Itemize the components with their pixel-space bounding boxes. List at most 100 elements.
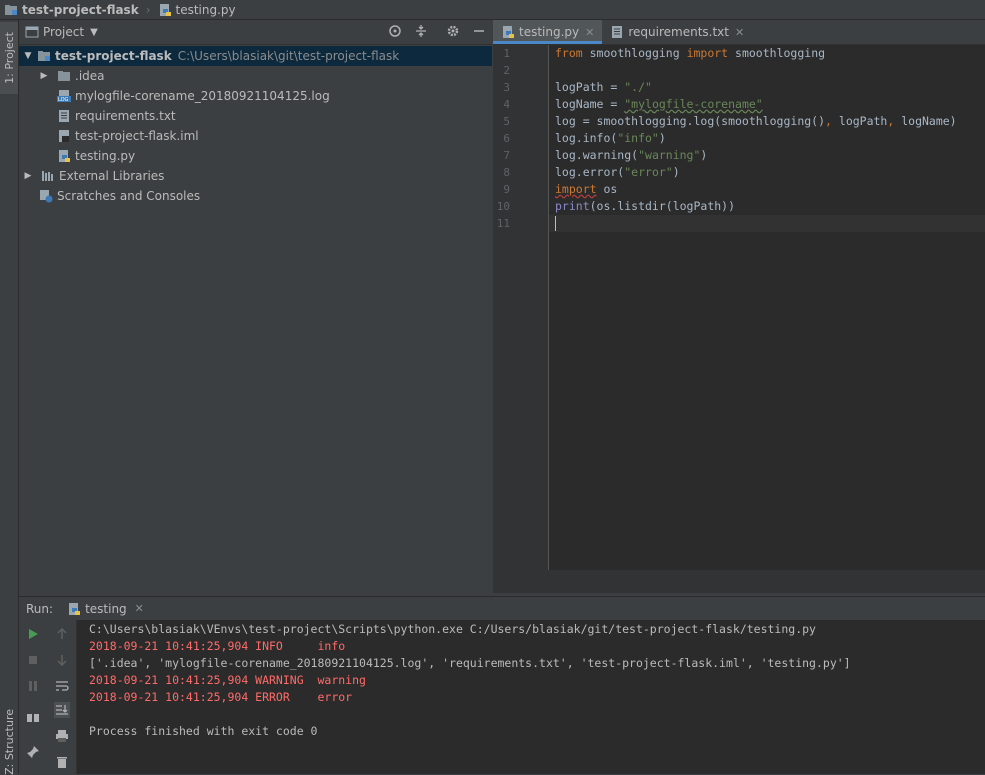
tree-item-label: test-project-flask.iml <box>75 129 199 143</box>
line-number: 8 <box>503 166 510 179</box>
editor-tab-label: requirements.txt <box>628 25 729 39</box>
current-line-highlight <box>549 215 985 232</box>
code-line-10: print(os.listdir(logPath)) <box>555 199 736 213</box>
collapsed-arrow-icon[interactable]: ▶ <box>39 71 49 81</box>
chevron-down-icon[interactable]: ▼ <box>90 27 98 38</box>
locate-icon[interactable] <box>388 24 402 38</box>
code-editor[interactable]: from smoothlogging import smoothlogging … <box>549 45 985 570</box>
code-line-3: logPath = "./" <box>555 80 652 94</box>
tree-root-project[interactable]: ▼ test-project-flask C:\Users\blasiak\gi… <box>19 46 492 66</box>
folder-icon <box>57 69 71 83</box>
text-file-icon <box>610 25 624 39</box>
project-folder-icon <box>4 3 18 17</box>
tree-item-requirements[interactable]: requirements.txt <box>19 106 530 126</box>
project-folder-icon <box>37 49 51 63</box>
line-number-gutter: 1 2 3 4 5 6 7 8 9 10 11 <box>493 45 549 570</box>
code-line-7: log.warning("warning") <box>555 148 708 162</box>
library-icon <box>41 169 55 183</box>
tree-scratches[interactable]: Scratches and Consoles <box>19 186 512 206</box>
trash-icon[interactable] <box>54 754 70 770</box>
tree-item-logfile[interactable]: LOG mylogfile-corename_20180921104125.lo… <box>19 86 530 106</box>
close-icon[interactable]: ✕ <box>735 26 744 39</box>
run-tab-testing[interactable]: testing ✕ <box>67 602 144 616</box>
tree-external-libraries-label: External Libraries <box>59 169 165 183</box>
line-number: 3 <box>503 81 510 94</box>
navigation-bar: test-project-flask › testing.py <box>0 0 985 20</box>
breadcrumb-file[interactable]: testing.py <box>154 0 240 19</box>
expanded-arrow-icon[interactable]: ▼ <box>23 51 33 61</box>
collapsed-arrow-icon[interactable]: ▶ <box>23 171 33 181</box>
tree-item-label: .idea <box>75 69 105 83</box>
project-panel-header: Project ▼ <box>19 20 492 45</box>
svg-text:LOG: LOG <box>58 97 69 103</box>
tool-tab-project[interactable]: 1: Project <box>0 22 18 94</box>
arrow-down-icon[interactable] <box>54 652 70 668</box>
breadcrumb-separator-icon: › <box>145 2 151 17</box>
hide-panel-icon[interactable] <box>472 24 486 38</box>
tool-tab-structure-label: Z: Structure <box>2 709 16 775</box>
editor-tab-requirements[interactable]: requirements.txt ✕ <box>602 20 752 44</box>
code-line-1: from smoothlogging import smoothlogging <box>555 46 826 60</box>
run-console[interactable]: C:\Users\blasiak\VEnvs\test-project\Scri… <box>77 620 985 774</box>
run-toolbar-secondary <box>48 620 77 774</box>
console-line: 2018-09-21 10:41:25,904 WARNING warning <box>89 673 366 687</box>
rerun-icon[interactable] <box>25 626 41 642</box>
tree-item-label: requirements.txt <box>75 109 176 123</box>
console-line: ['.idea', 'mylogfile-corename_2018092110… <box>89 656 851 670</box>
print-icon[interactable] <box>54 728 70 744</box>
line-number: 5 <box>503 115 510 128</box>
tree-root-path: C:\Users\blasiak\git\test-project-flask <box>177 49 400 63</box>
scratches-icon <box>39 189 53 203</box>
line-number: 11 <box>496 217 510 230</box>
iml-file-icon <box>57 129 71 143</box>
console-line: 2018-09-21 10:41:25,904 ERROR error <box>89 690 353 704</box>
tree-external-libraries[interactable]: ▶ External Libraries <box>19 166 496 186</box>
code-line-4: logName = "mylogfile-corename" <box>555 97 763 111</box>
console-line: Process finished with exit code 0 <box>89 724 318 738</box>
log-file-icon: LOG <box>57 89 71 103</box>
tool-tab-project-label: 1: Project <box>2 32 16 84</box>
arrow-up-icon[interactable] <box>54 626 70 642</box>
tree-item-label: mylogfile-corename_20180921104125.log <box>75 89 330 103</box>
stop-icon[interactable] <box>25 652 41 668</box>
pin-icon[interactable] <box>25 744 41 760</box>
python-file-icon <box>67 602 81 616</box>
code-line-6: log.info("info") <box>555 131 666 145</box>
code-line-5: log = smoothlogging.log(smoothlogging(),… <box>555 114 957 128</box>
text-file-icon <box>57 109 71 123</box>
tree-scratches-label: Scratches and Consoles <box>57 189 201 203</box>
collapse-all-icon[interactable] <box>414 24 428 38</box>
tree-item-iml[interactable]: test-project-flask.iml <box>19 126 530 146</box>
tree-item-idea[interactable]: ▶ .idea <box>19 66 512 86</box>
tree-root-label: test-project-flask <box>55 49 172 63</box>
python-file-icon <box>57 149 71 163</box>
line-number: 2 <box>503 64 510 77</box>
close-icon[interactable]: ✕ <box>585 26 594 39</box>
text-caret <box>555 216 556 231</box>
code-line-9: import os <box>555 182 618 196</box>
tool-tab-structure[interactable]: Z: Structure <box>0 709 18 775</box>
line-number: 7 <box>503 149 510 162</box>
python-file-icon <box>501 25 515 39</box>
run-toolbar-primary <box>19 620 47 774</box>
breadcrumb-project-label: test-project-flask <box>22 2 139 17</box>
left-tool-stripe: 1: Project Z: Structure <box>0 20 19 775</box>
project-view-selector[interactable]: Project <box>43 25 84 39</box>
console-line: 2018-09-21 10:41:25,904 INFO info <box>89 639 346 653</box>
breadcrumb-project[interactable]: test-project-flask <box>0 0 143 19</box>
pause-icon[interactable] <box>25 678 41 694</box>
line-number: 4 <box>503 98 510 111</box>
line-number: 10 <box>496 200 510 213</box>
console-line: C:\Users\blasiak\VEnvs\test-project\Scri… <box>89 622 816 636</box>
scroll-to-end-icon[interactable] <box>54 702 70 718</box>
close-icon[interactable]: ✕ <box>135 602 144 615</box>
code-line-8: log.error("error") <box>555 165 680 179</box>
editor-tab-testing[interactable]: testing.py ✕ <box>493 20 603 44</box>
editor-tab-label: testing.py <box>519 25 580 39</box>
soft-wrap-icon[interactable] <box>54 678 70 694</box>
gear-icon[interactable] <box>446 24 460 38</box>
tree-item-testing[interactable]: testing.py <box>19 146 530 166</box>
run-tab-label: testing <box>85 601 127 616</box>
layout-icon[interactable] <box>25 710 41 726</box>
run-label: Run: <box>26 601 54 616</box>
